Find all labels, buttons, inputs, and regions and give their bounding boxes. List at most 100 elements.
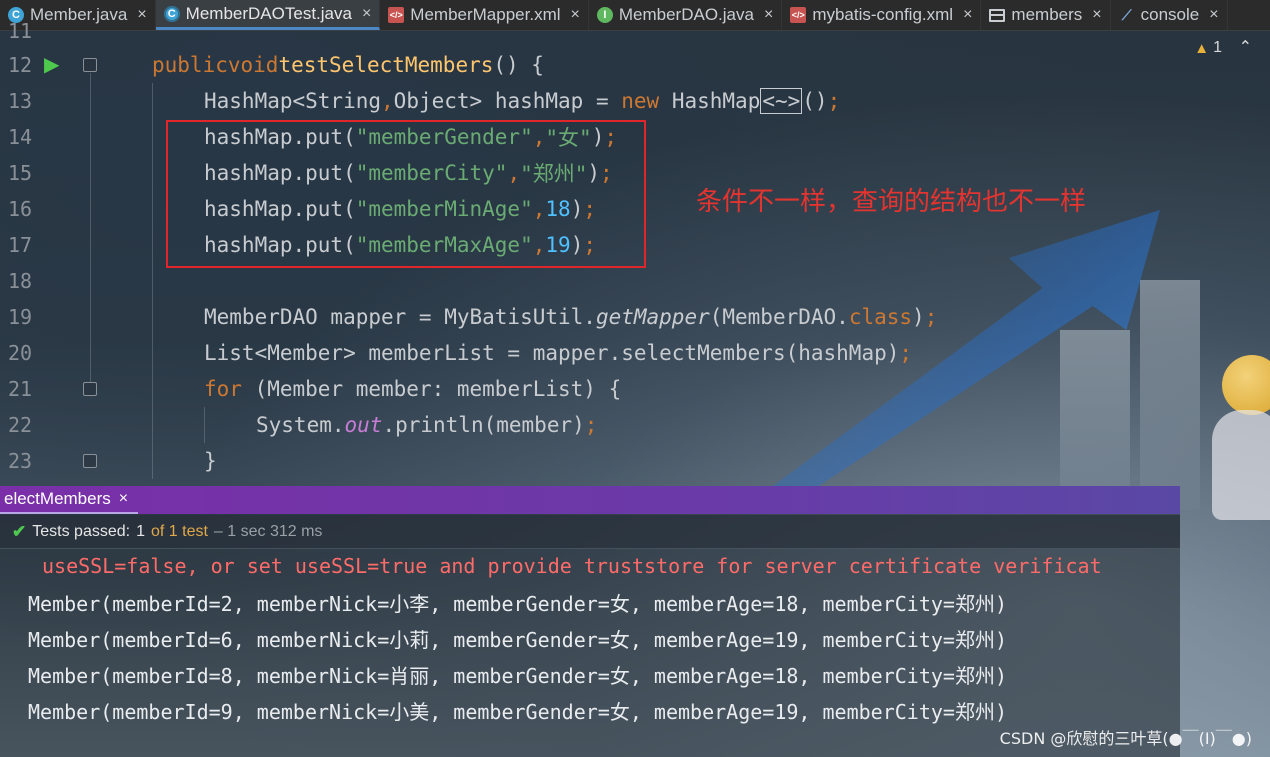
highlight-box — [166, 120, 646, 268]
fold-icon[interactable] — [83, 58, 97, 72]
run-panel: electMembers × ✔ Tests passed: 1 of 1 te… — [0, 486, 1180, 757]
code-token: .println(member) — [382, 413, 585, 437]
code-token: ; — [827, 89, 841, 113]
line-number: 20 — [8, 341, 33, 365]
console-output-line: useSSL=false, or set useSSL=true and pro… — [42, 554, 1102, 578]
check-icon: ✔ — [12, 521, 27, 541]
code-token: } — [204, 449, 217, 473]
inspection-widget[interactable]: ▲ 1 — [1194, 39, 1222, 57]
fold-icon[interactable] — [83, 454, 97, 468]
run-tab[interactable]: electMembers × — [0, 486, 139, 514]
tab-mybatis-config-xml[interactable]: </> mybatis-config.xml × — [782, 0, 982, 30]
close-icon[interactable]: × — [1209, 6, 1218, 24]
tab-console[interactable]: ⟋ console × — [1111, 0, 1228, 30]
tab-label: members — [1011, 5, 1083, 24]
code-token: (Member member: memberList) { — [241, 377, 622, 401]
tab-membermapper-xml[interactable]: </> MemberMapper.xml × — [380, 0, 589, 30]
warning-icon: ▲ — [1194, 39, 1210, 57]
interface-icon: I — [596, 7, 613, 23]
tests-total: of 1 test — [150, 522, 208, 540]
close-icon[interactable]: × — [1092, 6, 1101, 24]
code-line-12: public void testSelectMembers() { — [152, 47, 544, 83]
code-token: HashMap<String — [204, 89, 382, 113]
line-number: 18 — [8, 269, 33, 293]
test-status-bar: ✔ Tests passed: 1 of 1 test – 1 sec 312 … — [0, 515, 1180, 549]
run-test-icon[interactable]: ▶ — [44, 53, 66, 75]
code-token: getMapper — [595, 305, 710, 329]
code-token: ; — [899, 341, 913, 365]
code-token: ; — [924, 305, 938, 329]
fold-icon[interactable] — [83, 382, 97, 396]
code-line-22: System. out .println(member); — [256, 407, 597, 443]
code-line-23: } — [204, 443, 217, 479]
code-token: System. — [256, 413, 345, 437]
console-output-line: Member(memberId=6, memberNick=小莉, member… — [28, 627, 1007, 652]
code-token: () — [802, 89, 828, 113]
code-token: MemberDAO mapper = MyBatisUtil. — [204, 305, 596, 329]
xml-icon: </> — [388, 7, 405, 23]
watermark: CSDN @欣慰的三叶草(●￣(I)￣●) — [999, 729, 1252, 748]
tab-label: mybatis-config.xml — [812, 5, 954, 24]
console-output-line: Member(memberId=9, memberNick=小美, member… — [28, 699, 1007, 724]
close-icon[interactable]: × — [764, 6, 773, 24]
line-number: 16 — [8, 197, 33, 221]
code-token: , — [381, 89, 394, 113]
table-icon — [989, 8, 1006, 22]
code-line-20: List<Member> memberList = mapper.selectM… — [204, 335, 912, 371]
annotation-text: 条件不一样，查询的结构也不一样 — [696, 187, 1087, 217]
code-token: for — [204, 377, 242, 401]
console-icon: ⟋ — [1121, 6, 1132, 23]
code-token: testSelectMembers — [278, 53, 494, 77]
tab-label: console — [1140, 5, 1200, 24]
close-icon[interactable]: × — [571, 6, 580, 24]
line-number: 14 — [8, 125, 33, 149]
code-token: ) — [912, 305, 925, 329]
tab-label: MemberDAOTest.java — [185, 3, 352, 23]
line-number: 11 — [8, 19, 33, 43]
code-token: (MemberDAO. — [709, 305, 849, 329]
code-token: HashMap — [659, 89, 761, 113]
tests-passed-label: Tests passed: — [32, 522, 131, 540]
indent-guide — [152, 83, 153, 479]
tab-members-table[interactable]: members × — [981, 0, 1111, 30]
test-class-icon: C — [163, 5, 180, 22]
tab-label: MemberDAO.java — [618, 5, 754, 24]
xml-icon: </> — [790, 7, 807, 23]
code-line-13: HashMap<String, Object> hashMap = new Has… — [204, 83, 840, 119]
chevron-up-icon[interactable]: ⌃ — [1239, 37, 1252, 56]
line-number: 19 — [8, 305, 33, 329]
tab-label: MemberMapper.xml — [410, 5, 561, 24]
code-token: <~> — [760, 88, 803, 114]
tab-memberdaotest-java[interactable]: C MemberDAOTest.java × — [155, 0, 381, 30]
editor-tab-bar: C Member.java × C MemberDAOTest.java × <… — [0, 0, 1270, 31]
close-icon[interactable]: × — [362, 5, 371, 23]
tab-memberdao-java[interactable]: I MemberDAO.java × — [589, 0, 783, 30]
line-number: 22 — [8, 413, 33, 437]
code-editor[interactable]: ▲ 1 ⌃ 11 12 13 14 15 16 17 18 19 20 21 2… — [0, 19, 1270, 486]
console-output-line: Member(memberId=2, memberNick=小李, member… — [28, 591, 1007, 616]
close-icon[interactable]: × — [119, 490, 128, 508]
code-token: class — [848, 305, 913, 329]
line-number: 15 — [8, 161, 33, 185]
line-number: 17 — [8, 233, 33, 257]
code-token: void — [227, 53, 279, 77]
code-token: List<Member> memberList = mapper.selectM… — [204, 341, 900, 365]
code-token: () { — [493, 53, 544, 77]
code-line-21: for (Member member: memberList) { — [204, 371, 621, 407]
code-token: public — [152, 53, 228, 77]
run-tab-label: electMembers — [4, 489, 111, 508]
gutter-guide — [90, 73, 91, 383]
indent-guide — [204, 407, 205, 443]
close-icon[interactable]: × — [137, 6, 146, 24]
code-token: out — [344, 413, 383, 437]
code-line-19: MemberDAO mapper = MyBatisUtil. getMapper… — [204, 299, 937, 335]
close-icon[interactable]: × — [963, 6, 972, 24]
code-token: Object> hashMap = — [393, 89, 622, 113]
line-number: 13 — [8, 89, 33, 113]
code-token: ; — [584, 413, 598, 437]
warning-count: 1 — [1213, 39, 1222, 56]
console-output-line: Member(memberId=8, memberNick=肖丽, member… — [28, 663, 1007, 688]
code-token: new — [621, 89, 660, 113]
run-tab-bar: electMembers × — [0, 486, 1180, 514]
test-duration: – 1 sec 312 ms — [213, 522, 323, 540]
